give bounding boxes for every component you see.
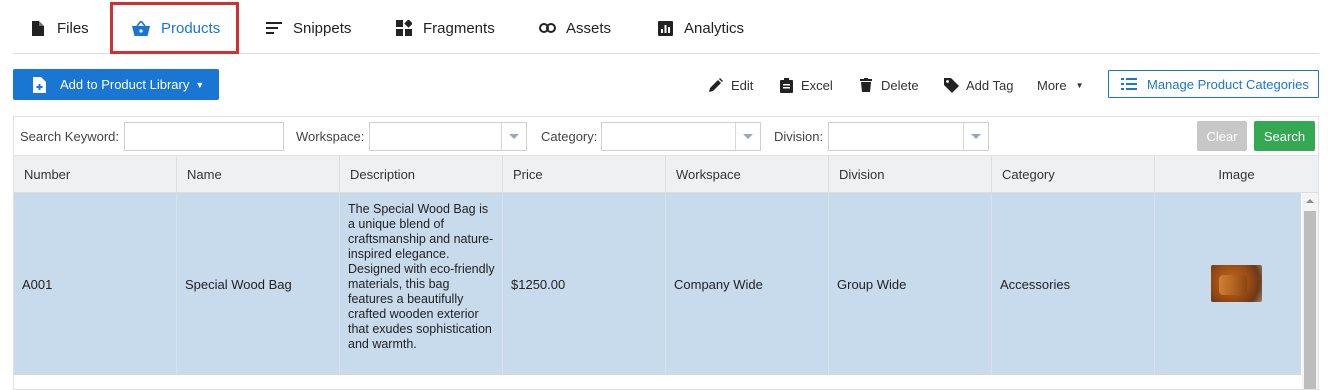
lines-icon <box>265 19 283 37</box>
tab-label: Snippets <box>293 19 352 37</box>
dropdown-arrow-icon <box>735 123 760 150</box>
delete-button[interactable]: Delete <box>858 73 919 97</box>
column-header-image[interactable]: Image <box>1155 156 1318 193</box>
tab-analytics[interactable]: Analytics <box>656 4 744 52</box>
dropdown-arrow-icon <box>501 123 526 150</box>
tag-icon <box>943 77 959 93</box>
tab-label: Products <box>161 19 221 37</box>
cell-division: Group Wide <box>829 193 992 375</box>
tab-label: Fragments <box>423 19 495 37</box>
filter-bar: Search Keyword: Workspace: Category: Div… <box>13 116 1319 155</box>
main-tabs: Files Products Snippets Fragments Assets… <box>13 0 1319 54</box>
excel-button[interactable]: Excel <box>778 73 833 97</box>
clear-button[interactable]: Clear <box>1197 121 1247 151</box>
workspace-label: Workspace: <box>296 129 365 144</box>
tab-label: Analytics <box>684 19 745 37</box>
cell-number: A001 <box>14 193 177 375</box>
column-header-workspace[interactable]: Workspace <box>666 156 829 193</box>
category-select[interactable] <box>601 122 761 151</box>
link-icon <box>538 19 556 37</box>
file-icon <box>29 19 47 37</box>
excel-label: Excel <box>801 77 833 93</box>
scrollbar-thumb[interactable] <box>1304 211 1316 389</box>
dropdown-arrow-icon <box>963 123 988 150</box>
pencil-icon <box>708 77 724 93</box>
clipboard-icon <box>778 77 794 93</box>
column-header-price[interactable]: Price <box>503 156 666 193</box>
cell-price: $1250.00 <box>503 193 666 375</box>
vertical-scrollbar[interactable] <box>1302 193 1318 389</box>
search-button[interactable]: Search <box>1254 121 1315 151</box>
manage-product-categories-button[interactable]: Manage Product Categories <box>1108 70 1319 98</box>
column-header-name[interactable]: Name <box>177 156 340 193</box>
add-to-product-library-button[interactable]: Add to Product Library ▼ <box>13 69 219 100</box>
tab-label: Files <box>57 19 89 37</box>
products-table: Number Name Description Price Workspace … <box>13 155 1319 390</box>
toolbar: Add to Product Library ▼ Edit Excel Dele… <box>0 68 1328 102</box>
column-header-division[interactable]: Division <box>829 156 992 193</box>
table-header: Number Name Description Price Workspace … <box>14 156 1318 193</box>
division-select[interactable] <box>828 122 989 151</box>
delete-label: Delete <box>881 77 919 93</box>
division-label: Division: <box>774 129 824 144</box>
search-keyword-input[interactable] <box>124 122 284 151</box>
add-button-label: Add to Product Library <box>60 77 190 92</box>
edit-label: Edit <box>731 77 754 93</box>
trash-icon <box>858 77 874 93</box>
tab-products[interactable]: Products <box>110 2 240 54</box>
workspace-select[interactable] <box>369 122 527 151</box>
cell-description: The Special Wood Bag is a unique blend o… <box>340 193 503 375</box>
file-plus-icon <box>33 76 47 93</box>
more-label: More <box>1037 77 1067 93</box>
more-dropdown[interactable]: More ▼ <box>1037 73 1084 97</box>
chart-icon <box>656 19 674 37</box>
cell-workspace: Company Wide <box>666 193 829 375</box>
tab-fragments[interactable]: Fragments <box>395 4 495 52</box>
add-tag-label: Add Tag <box>966 77 1014 93</box>
table-row[interactable]: A001 Special Wood Bag The Special Wood B… <box>14 193 1301 375</box>
column-header-number[interactable]: Number <box>14 156 177 193</box>
tab-snippets[interactable]: Snippets <box>265 4 351 52</box>
scroll-up-icon[interactable] <box>1306 199 1314 203</box>
chevron-down-icon: ▼ <box>1075 80 1084 90</box>
tab-label: Assets <box>566 19 612 37</box>
chevron-down-icon: ▼ <box>195 79 205 90</box>
list-icon <box>1121 78 1138 90</box>
basket-icon <box>132 19 150 37</box>
column-header-category[interactable]: Category <box>992 156 1155 193</box>
cell-name: Special Wood Bag <box>177 193 340 375</box>
cell-category: Accessories <box>992 193 1155 375</box>
edit-button[interactable]: Edit <box>708 73 753 97</box>
search-keyword-label: Search Keyword: <box>20 129 119 144</box>
column-header-description[interactable]: Description <box>340 156 503 193</box>
product-image-thumbnail[interactable] <box>1211 265 1262 302</box>
puzzle-icon <box>395 19 413 37</box>
category-label: Category: <box>541 129 598 144</box>
add-tag-button[interactable]: Add Tag <box>943 73 1013 97</box>
tab-assets[interactable]: Assets <box>538 4 611 52</box>
manage-label: Manage Product Categories <box>1147 76 1309 92</box>
tab-files[interactable]: Files <box>29 4 89 52</box>
